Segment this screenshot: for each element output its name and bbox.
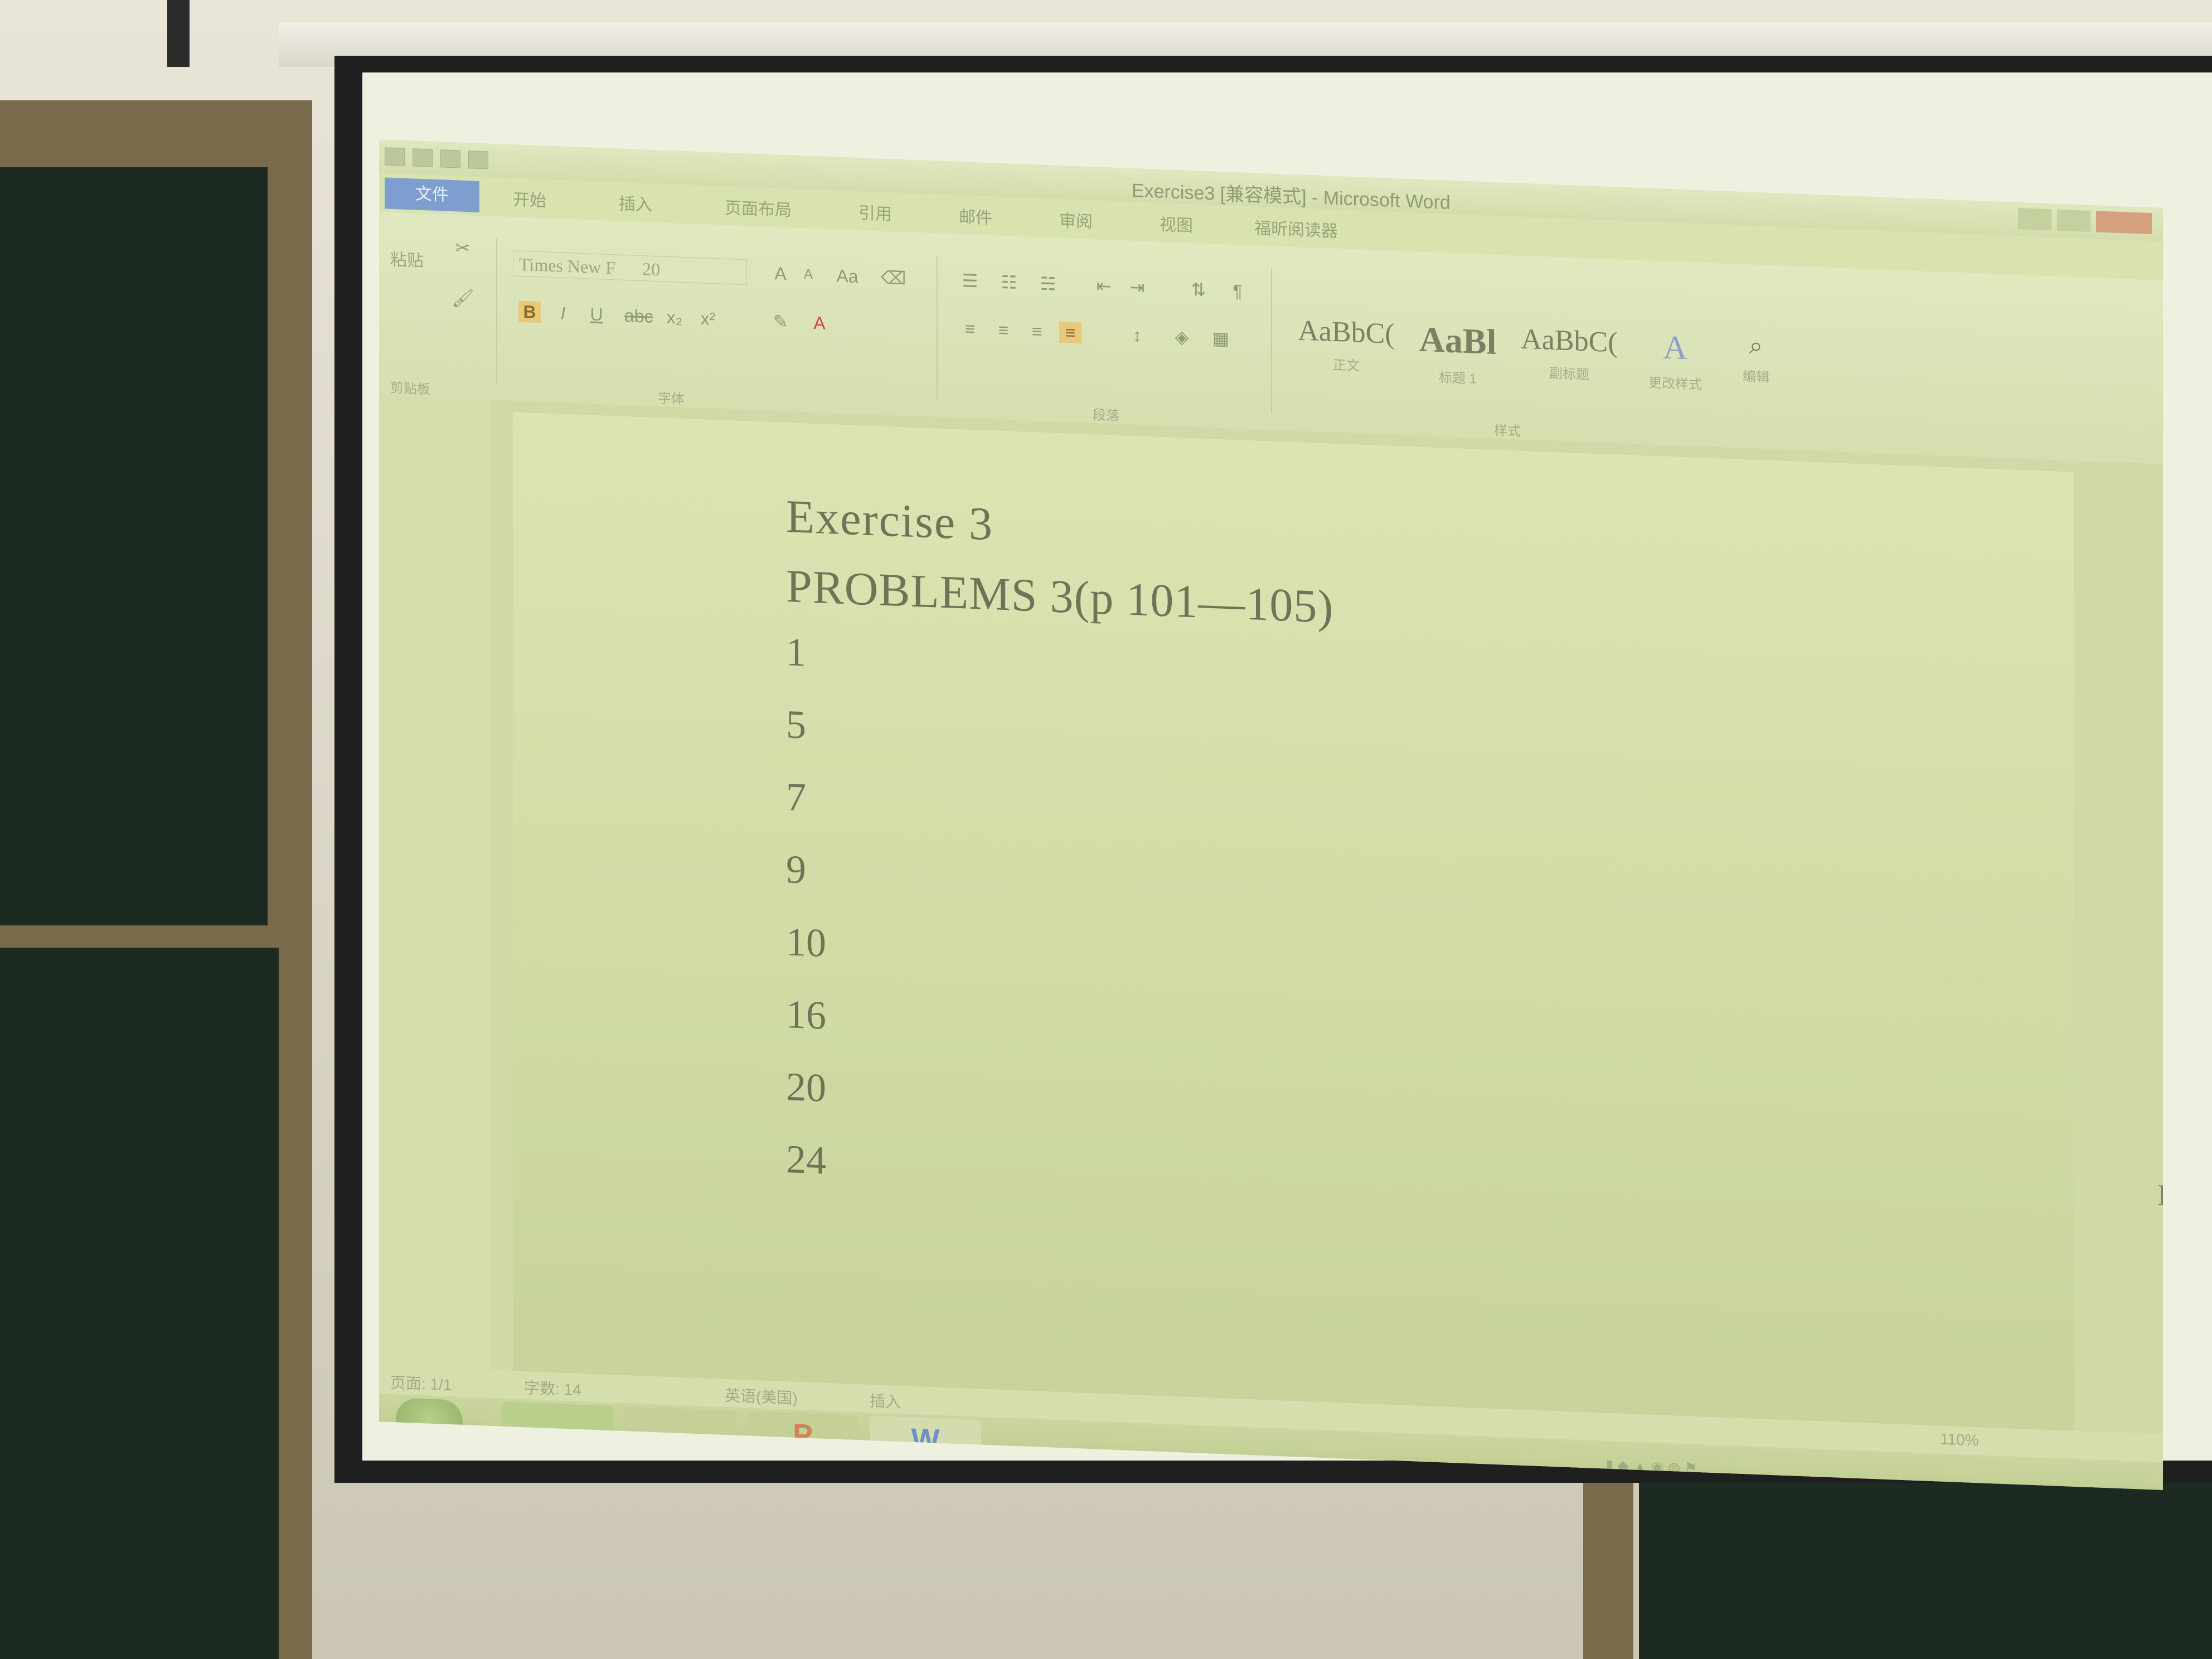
problem-number: 16 xyxy=(786,992,826,1038)
problem-number: 7 xyxy=(786,774,806,820)
tab-foxit-reader[interactable]: 福昕阅读器 xyxy=(1254,214,1338,242)
subscript-button[interactable]: x₂ xyxy=(663,307,686,329)
increase-indent-icon[interactable]: ⇥ xyxy=(1126,276,1148,298)
align-center-icon[interactable]: ≡ xyxy=(992,319,1015,341)
document-area: Exercise 3 PROBLEMS 3(p 101—105) 1 5 7 9… xyxy=(379,396,2163,1453)
page-count[interactable]: 页面: 1/1 xyxy=(390,1371,452,1395)
change-styles-button[interactable]: A 更改样式 xyxy=(1633,327,1717,408)
font-group-label: 字体 xyxy=(658,391,685,408)
cut-icon[interactable]: ✂ xyxy=(452,237,474,259)
problem-number: 10 xyxy=(786,919,826,966)
minimize-button[interactable] xyxy=(2018,207,2051,231)
chalkboard-right xyxy=(1639,1483,2212,1659)
show-marks-icon[interactable]: ¶ xyxy=(1226,280,1249,302)
problem-number: 5 xyxy=(786,702,806,748)
find-icon: ⌕ xyxy=(1749,332,1763,360)
word-count[interactable]: 字数: 14 xyxy=(524,1376,581,1400)
document-title: Exercise 3 xyxy=(786,491,994,551)
ceiling-cable xyxy=(167,0,190,67)
clipboard-group-label: 剪贴板 xyxy=(390,380,430,397)
line-spacing-icon[interactable]: ↕ xyxy=(1126,324,1148,346)
insert-mode[interactable]: 插入 xyxy=(870,1389,901,1413)
strikethrough-button[interactable]: abc xyxy=(624,305,653,327)
tab-view[interactable]: 视图 xyxy=(1160,211,1193,236)
change-styles-icon: A xyxy=(1663,328,1687,367)
maximize-button[interactable] xyxy=(2057,209,2090,232)
problem-number: 9 xyxy=(786,847,806,892)
bold-button[interactable]: B xyxy=(518,300,541,323)
tab-file[interactable]: 文件 xyxy=(385,177,479,212)
style-sample: AaBl xyxy=(1419,319,1497,362)
bullets-icon[interactable]: ☰ xyxy=(959,270,981,292)
problem-number: 20 xyxy=(786,1064,826,1110)
document-page[interactable]: Exercise 3 PROBLEMS 3(p 101—105) 1 5 7 9… xyxy=(513,412,2163,1453)
style-subtitle[interactable]: AaBbC( 副标题 xyxy=(1516,322,1622,404)
justify-icon[interactable]: ≡ xyxy=(1059,321,1081,344)
chalkboard-upper xyxy=(0,167,268,925)
borders-icon[interactable]: ▦ xyxy=(1210,327,1232,350)
font-name-box[interactable]: Times New F 20 xyxy=(513,250,747,285)
font-color-icon[interactable]: A xyxy=(808,312,831,334)
font-size-value: 20 xyxy=(642,259,661,280)
undo-icon[interactable] xyxy=(440,149,460,168)
tab-page-layout[interactable]: 页面布局 xyxy=(725,194,792,221)
paragraph-group-label: 段落 xyxy=(1093,408,1119,424)
group-separator xyxy=(937,255,938,401)
problem-number: 1 xyxy=(786,629,806,675)
style-sample: AaBbC( xyxy=(1298,314,1395,350)
tab-references[interactable]: 引用 xyxy=(858,199,892,225)
edit-label: 编辑 xyxy=(1743,368,1769,385)
multilevel-list-icon[interactable]: ☵ xyxy=(1037,273,1059,295)
superscript-button[interactable]: x² xyxy=(697,308,719,330)
redo-icon[interactable] xyxy=(468,151,488,169)
tab-insert[interactable]: 插入 xyxy=(619,190,652,216)
shrink-font-icon[interactable]: A xyxy=(797,264,819,286)
tab-mailings[interactable]: 邮件 xyxy=(959,203,992,229)
tab-review[interactable]: 审阅 xyxy=(1059,207,1093,232)
underline-button[interactable]: U xyxy=(585,303,608,326)
change-styles-label: 更改样式 xyxy=(1648,375,1702,393)
shading-icon[interactable]: ◈ xyxy=(1171,326,1193,348)
font-name-value: Times New F xyxy=(519,254,616,278)
language-indicator[interactable]: 英语(美国) xyxy=(725,1384,798,1409)
styles-group-label: 样式 xyxy=(1494,423,1521,439)
format-painter-icon[interactable]: 🖌 xyxy=(452,287,474,309)
clear-formatting-icon[interactable]: ⌫ xyxy=(881,267,906,289)
sort-icon[interactable]: ⇅ xyxy=(1187,279,1210,301)
vertical-ruler xyxy=(379,396,491,1370)
highlight-color-icon[interactable]: ✎ xyxy=(769,311,792,333)
italic-button[interactable]: I xyxy=(552,302,574,324)
paste-button[interactable]: 粘贴 xyxy=(390,246,424,271)
group-separator xyxy=(1271,268,1272,414)
problems-heading: PROBLEMS 3(p 101—105) xyxy=(786,560,1334,633)
group-separator xyxy=(496,239,497,384)
tab-home[interactable]: 开始 xyxy=(513,186,546,211)
align-right-icon[interactable]: ≡ xyxy=(1026,321,1048,343)
chalkboard-lower xyxy=(0,948,279,1659)
change-case-icon[interactable]: Aa xyxy=(836,265,858,288)
numbering-icon[interactable]: ☷ xyxy=(998,271,1020,294)
style-sample: AaBbC( xyxy=(1521,323,1618,359)
save-icon[interactable] xyxy=(413,148,433,167)
style-caption: 标题 1 xyxy=(1438,370,1477,387)
text-cursor-icon: I xyxy=(2157,1178,2163,1212)
style-caption: 副标题 xyxy=(1549,366,1589,383)
align-left-icon[interactable]: ≡ xyxy=(959,318,981,340)
grow-font-icon[interactable]: A xyxy=(769,263,792,285)
edit-button[interactable]: ⌕ 编辑 xyxy=(1723,331,1789,411)
style-normal[interactable]: AaBbC( 正文 xyxy=(1293,314,1399,396)
close-button[interactable] xyxy=(2096,211,2152,235)
word-logo-icon[interactable] xyxy=(385,147,405,166)
word-window: Exercise3 [兼容模式] - Microsoft Word 文件 开始 … xyxy=(379,139,2163,1490)
style-heading-1[interactable]: AaBl 标题 1 xyxy=(1405,318,1511,400)
style-caption: 正文 xyxy=(1333,357,1360,374)
chalkboard-right-frame xyxy=(1583,1483,1633,1659)
decrease-indent-icon[interactable]: ⇤ xyxy=(1093,275,1115,297)
problem-number: 24 xyxy=(786,1137,826,1183)
zoom-level[interactable]: 110% xyxy=(1940,1430,1979,1450)
